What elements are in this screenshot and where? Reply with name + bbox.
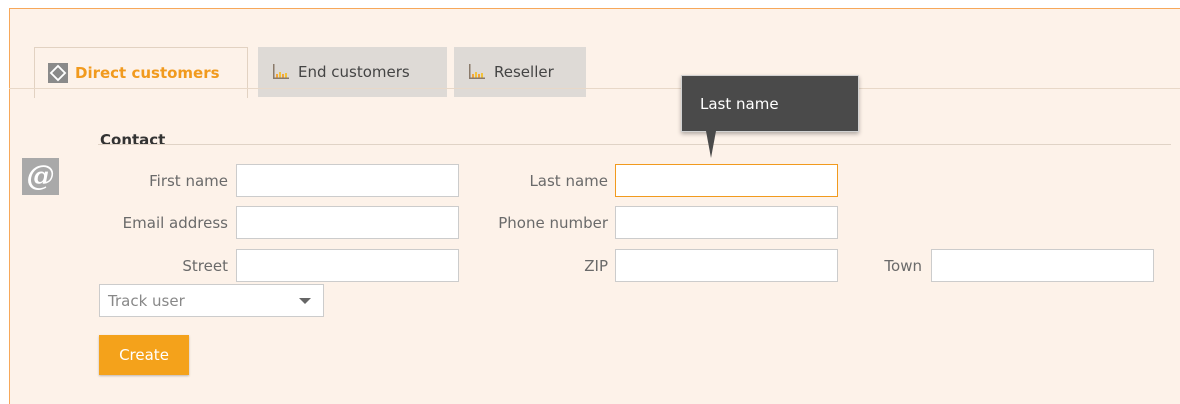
phone-field[interactable] [615,206,838,239]
first-name-field[interactable] [236,164,459,197]
tab-direct-customers[interactable]: Direct customers [34,47,248,98]
tab-label: Reseller [494,63,554,81]
tab-label: End customers [298,63,410,81]
tab-label: Direct customers [75,64,220,82]
diamond-icon [48,63,68,83]
last-name-label: Last name [529,172,608,190]
email-field[interactable] [236,206,459,239]
email-label: Email address [122,214,228,232]
tab-end-customers[interactable]: End customers [258,47,447,97]
zip-field[interactable] [615,249,838,282]
street-field[interactable] [236,249,459,282]
first-name-label: First name [149,172,228,190]
tab-reseller[interactable]: Reseller [454,47,586,97]
create-button[interactable]: Create [99,335,189,375]
track-user-select[interactable]: Track user [99,284,324,317]
at-icon: @ [22,158,59,195]
phone-label: Phone number [498,214,608,232]
tabs-divider [9,88,1180,89]
chart-icon [273,64,289,79]
zip-label: ZIP [584,257,608,275]
street-label: Street [182,257,228,275]
town-field[interactable] [931,249,1154,282]
last-name-field[interactable] [615,164,838,197]
tooltip-pointer [706,131,716,158]
town-label: Town [884,257,922,275]
track-user-value: Track user [108,291,185,310]
section-divider [98,144,1171,145]
section-title: Contact [100,131,166,149]
chevron-down-icon [299,297,311,304]
chart-icon [469,64,485,79]
tooltip: Last name [681,75,859,132]
